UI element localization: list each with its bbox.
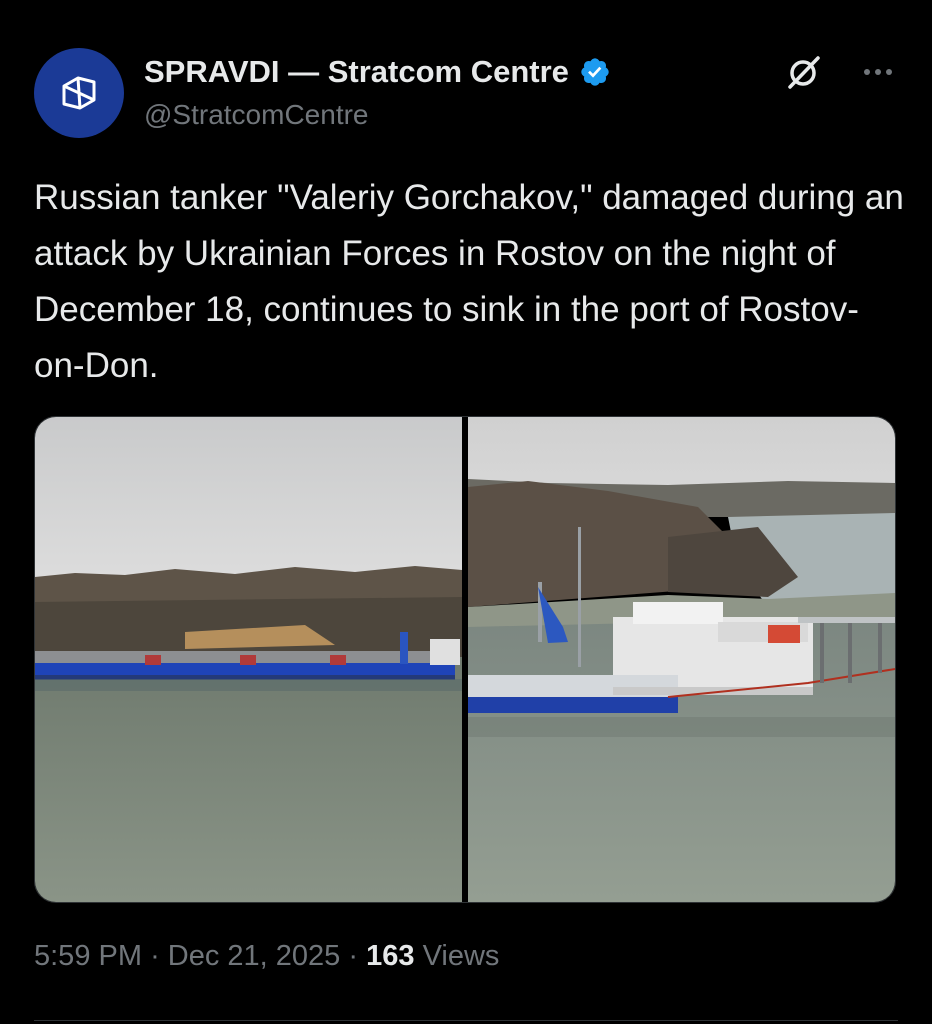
author-handle[interactable]: @StratcomCentre: [144, 99, 369, 131]
verified-badge-icon: [581, 58, 609, 86]
tweet-time[interactable]: 5:59 PM: [34, 940, 142, 972]
divider: [34, 1020, 898, 1021]
more-icon[interactable]: [858, 60, 898, 84]
tweet-date[interactable]: Dec 21, 2025: [168, 940, 341, 972]
sinking-tanker-photo[interactable]: [468, 417, 895, 902]
tweet-header: SPRAVDI — Stratcom Centre @StratcomCentr…: [34, 48, 898, 140]
views-label: Views: [422, 940, 500, 972]
author-name-row[interactable]: SPRAVDI — Stratcom Centre: [144, 54, 611, 90]
river-barge-photo[interactable]: [35, 417, 462, 902]
author-name[interactable]: SPRAVDI — Stratcom Centre: [144, 54, 569, 90]
meta-separator: ·: [150, 940, 160, 972]
spravdi-logo-icon: [62, 76, 96, 110]
tweet-meta: 5:59 PM · Dec 21, 2025 · 163 Views: [34, 940, 499, 973]
grok-icon[interactable]: [784, 52, 824, 92]
tweet-media: [34, 416, 896, 903]
river-barge-image: [35, 417, 462, 902]
views-count: 163: [366, 940, 415, 972]
avatar[interactable]: [34, 48, 124, 138]
tweet-text: Russian tanker "Valeriy Gorchakov," dama…: [34, 178, 904, 385]
meta-separator: ·: [348, 940, 359, 972]
sinking-tanker-image: [468, 417, 895, 902]
